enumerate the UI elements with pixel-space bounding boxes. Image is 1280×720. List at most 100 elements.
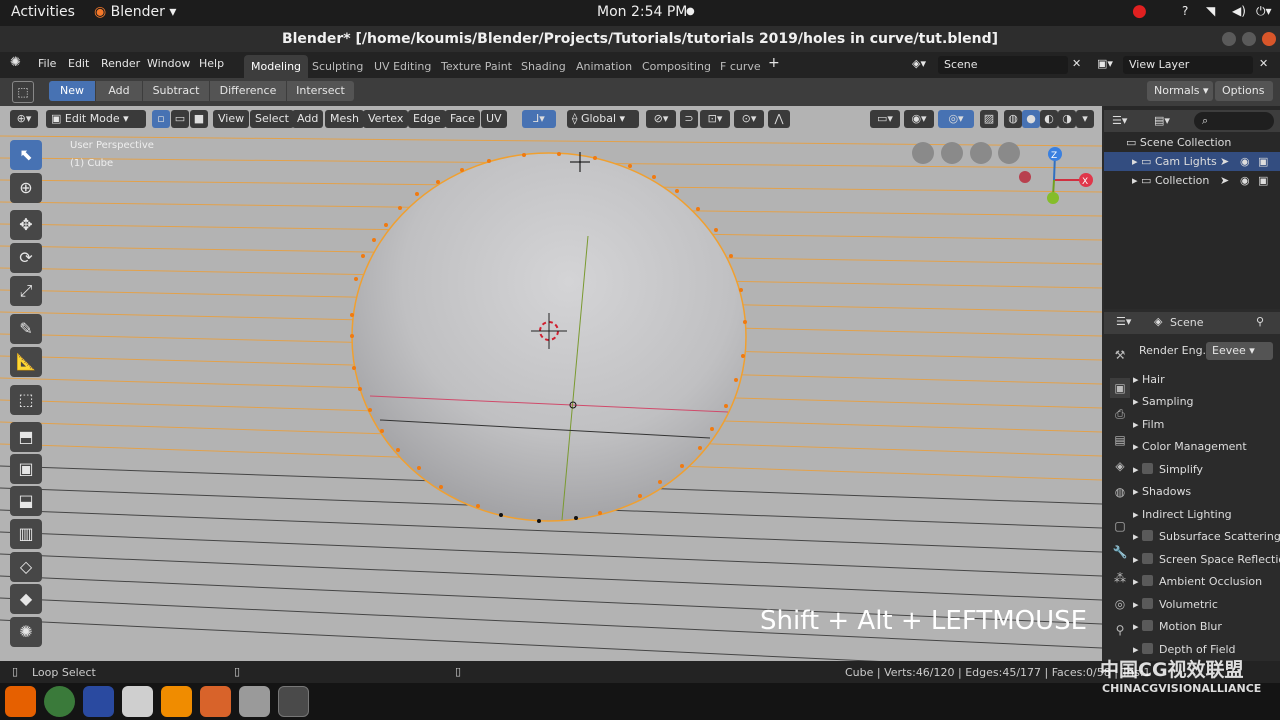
extrude-tool-icon[interactable]: ⬒: [10, 422, 42, 452]
panel-simplify[interactable]: ▸ Simplify: [1133, 460, 1203, 480]
record-icon[interactable]: ●: [1132, 1, 1147, 21]
selectable-icon[interactable]: ➤: [1220, 152, 1229, 171]
panel-volumetric[interactable]: ▸ Volumetric: [1133, 595, 1218, 615]
menu-mesh[interactable]: Mesh: [325, 110, 364, 128]
activities-button[interactable]: Activities: [11, 4, 75, 20]
mode-dropdown[interactable]: ▣ Edit Mode ▾: [46, 110, 146, 128]
blender-logo-icon[interactable]: ✺: [10, 55, 21, 70]
tab-animation[interactable]: Animation: [569, 55, 639, 78]
tab-texture-paint[interactable]: Texture Paint: [434, 55, 519, 78]
panel-screen-space-reflections[interactable]: ▸ Screen Space Reflections: [1133, 550, 1280, 570]
ao-checkbox[interactable]: [1142, 575, 1154, 586]
properties-editor-icon[interactable]: ☰▾: [1116, 315, 1131, 328]
menu-vertex[interactable]: Vertex: [363, 110, 409, 128]
simplify-checkbox[interactable]: [1142, 463, 1154, 474]
visibility-icon[interactable]: ◉▾: [904, 110, 934, 128]
tab-compositing[interactable]: Compositing: [635, 55, 718, 78]
files-icon[interactable]: [122, 686, 153, 717]
menu-face[interactable]: Face: [445, 110, 480, 128]
world-tab-icon[interactable]: ◍: [1110, 482, 1130, 502]
menu-uv[interactable]: UV: [481, 110, 507, 128]
visibility-eye-icon[interactable]: ◉: [1240, 171, 1250, 190]
visibility-eye-icon[interactable]: ◉: [1240, 152, 1250, 171]
knife-tool-icon[interactable]: ◇: [10, 552, 42, 582]
normals-dropdown[interactable]: Normals ▾: [1147, 81, 1213, 101]
panel-shadows[interactable]: ▸ Shadows: [1133, 482, 1191, 502]
render-camera-icon[interactable]: ▣: [1258, 171, 1268, 190]
panel-motion-blur[interactable]: ▸ Motion Blur: [1133, 617, 1222, 637]
panel-subsurface-scattering[interactable]: ▸ Subsurface Scattering: [1133, 527, 1280, 547]
panel-sampling[interactable]: ▸ Sampling: [1133, 392, 1194, 412]
viewport-nav-buttons[interactable]: [912, 142, 1020, 164]
wireframe-shading-icon[interactable]: ◍: [1004, 110, 1022, 128]
rendered-shading-icon[interactable]: ◑: [1058, 110, 1076, 128]
3d-viewport[interactable]: X Z User Perspective (1) Cube: [0, 106, 1102, 661]
rotate-tool-icon[interactable]: ⟳: [10, 243, 42, 273]
menu-select[interactable]: Select: [250, 110, 294, 128]
wifi-icon[interactable]: ◥: [1206, 4, 1215, 18]
inset-tool-icon[interactable]: ▣: [10, 454, 42, 484]
volumetric-checkbox[interactable]: [1142, 598, 1154, 609]
solid-shading-icon[interactable]: ●: [1022, 110, 1040, 128]
tab-modeling[interactable]: Modeling: [244, 55, 309, 78]
outliner-editor-icon[interactable]: ☰▾: [1112, 111, 1127, 130]
scene-field[interactable]: Scene: [938, 56, 1068, 74]
outliner-search-input[interactable]: ⌕: [1194, 112, 1274, 130]
transform-orientation-icon[interactable]: ⅃▾: [522, 110, 556, 128]
minimize-button[interactable]: [1222, 32, 1236, 46]
face-select-icon[interactable]: ■: [190, 110, 208, 128]
view-layer-icon[interactable]: ▣▾: [1097, 57, 1113, 70]
overlays-icon[interactable]: ◎▾: [938, 110, 974, 128]
modifier-tab-icon[interactable]: 🔧: [1110, 542, 1130, 562]
thunderbird-icon[interactable]: [83, 686, 114, 717]
display-mode-icon[interactable]: ▤▾: [1154, 111, 1170, 130]
poly-build-tool-icon[interactable]: ◆: [10, 584, 42, 614]
remove-view-layer-icon[interactable]: ✕: [1259, 57, 1268, 70]
power-icon[interactable]: ⏻▾: [1256, 4, 1272, 19]
outliner-item-collection[interactable]: ▸ ▭ Collection ➤ ◉ ▣: [1104, 171, 1280, 190]
bool-difference-button[interactable]: Difference: [210, 81, 286, 101]
tab-shading[interactable]: Shading: [514, 55, 573, 78]
settings-icon[interactable]: [239, 686, 270, 717]
app-menu[interactable]: ◉ Blender ▾: [94, 4, 176, 20]
add-cube-tool-icon[interactable]: ⬚: [10, 385, 42, 415]
measure-tool-icon[interactable]: 📐: [10, 347, 42, 377]
bevel-tool-icon[interactable]: ⬓: [10, 486, 42, 516]
falloff-icon[interactable]: ⋀: [768, 110, 790, 128]
scene-icon[interactable]: ◈▾: [912, 57, 926, 70]
render-tab-icon[interactable]: ▣: [1110, 378, 1130, 398]
remove-scene-icon[interactable]: ✕: [1072, 57, 1081, 70]
blender-dock-icon[interactable]: [278, 686, 309, 717]
physics-tab-icon[interactable]: ◎: [1110, 594, 1130, 614]
editor-type-icon[interactable]: ⊕▾: [10, 110, 38, 128]
tool-tab-icon[interactable]: ⚒: [1110, 345, 1130, 365]
options-dropdown[interactable]: Options ▾: [1215, 81, 1273, 117]
tab-uv-editing[interactable]: UV Editing: [367, 55, 438, 78]
menu-view[interactable]: View: [213, 110, 250, 128]
firefox-icon[interactable]: [5, 686, 36, 717]
menu-window[interactable]: Window: [147, 57, 190, 70]
volume-icon[interactable]: ◀): [1232, 4, 1246, 18]
panel-indirect-lighting[interactable]: ▸ Indirect Lighting: [1133, 505, 1232, 525]
scale-tool-icon[interactable]: ⤢: [10, 276, 42, 306]
tab-f-curve[interactable]: F curve: [713, 55, 768, 78]
bool-subtract-button[interactable]: Subtract: [143, 81, 209, 101]
navigation-gizmo[interactable]: X Z: [1019, 147, 1093, 204]
bool-intersect-button[interactable]: Intersect: [287, 81, 354, 101]
vlc-icon[interactable]: [161, 686, 192, 717]
render-engine-dropdown[interactable]: Eevee ▾: [1206, 342, 1273, 360]
panel-film[interactable]: ▸ Film: [1133, 415, 1164, 435]
menu-file[interactable]: File: [38, 57, 56, 70]
object-tab-icon[interactable]: ▢: [1110, 516, 1130, 536]
spin-tool-icon[interactable]: ✺: [10, 617, 42, 647]
pin-icon[interactable]: ⚲: [1256, 315, 1264, 328]
cursor-tool-icon[interactable]: ⊕: [10, 173, 42, 203]
chrome-icon[interactable]: [44, 686, 75, 717]
bool-new-button[interactable]: New: [49, 81, 95, 101]
menu-add[interactable]: Add: [292, 110, 324, 128]
selectable-icon[interactable]: ➤: [1220, 171, 1229, 190]
menu-edit[interactable]: Edit: [68, 57, 89, 70]
view-object-types-icon[interactable]: ▭▾: [870, 110, 900, 128]
move-tool-icon[interactable]: ✥: [10, 210, 42, 240]
panel-ambient-occlusion[interactable]: ▸ Ambient Occlusion: [1133, 572, 1280, 592]
